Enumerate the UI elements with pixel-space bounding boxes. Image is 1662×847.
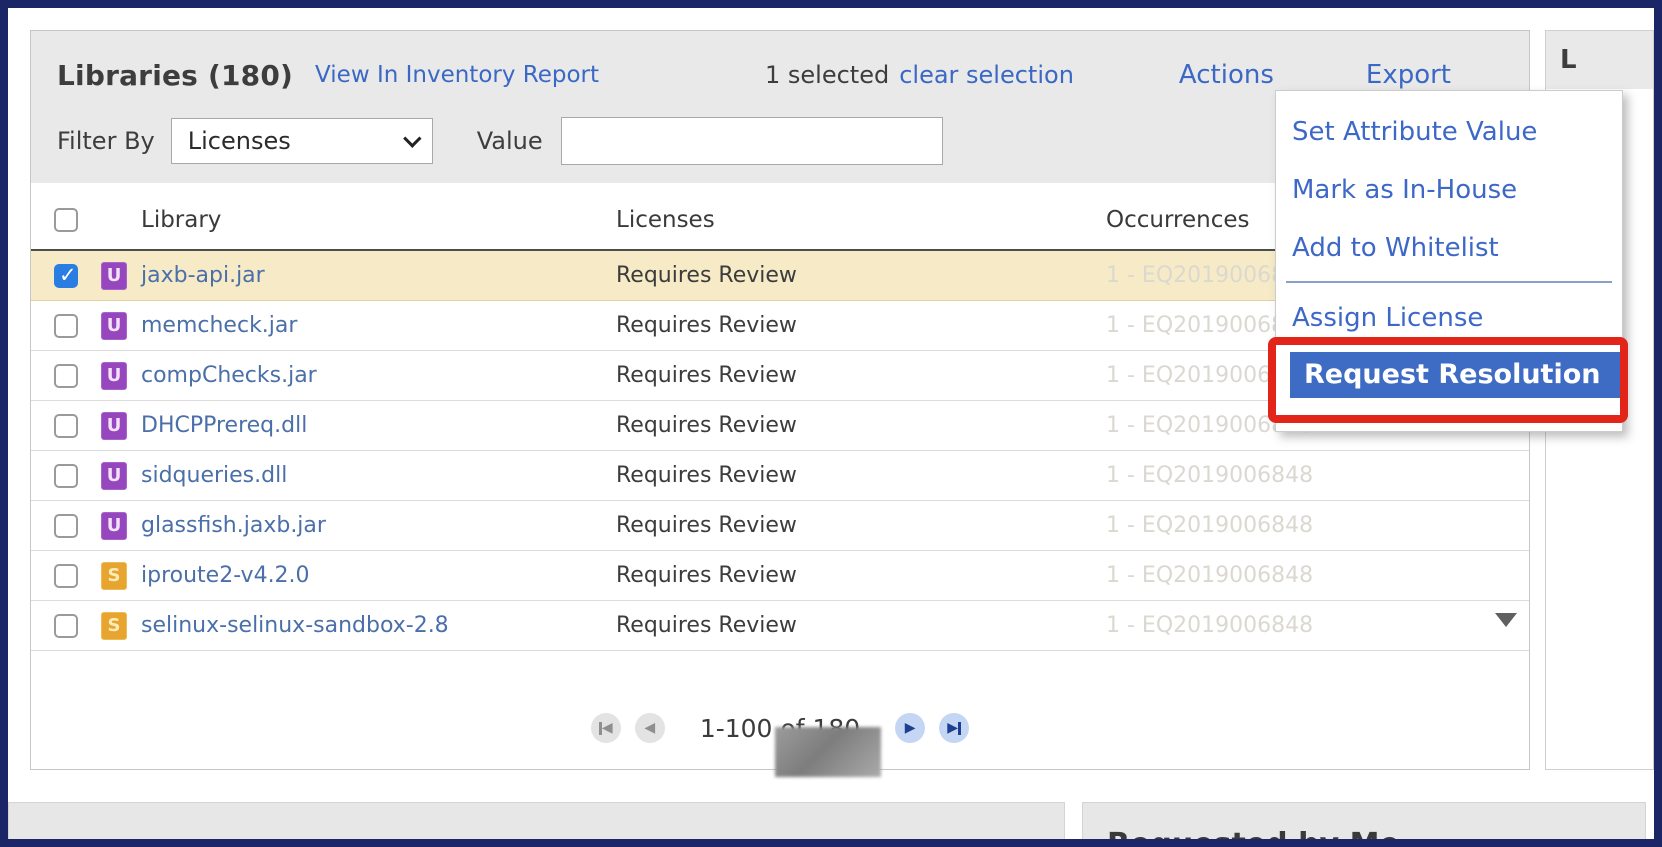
occurrence-value: 1 - EQ2019006848	[1106, 613, 1529, 638]
license-status: Requires Review	[616, 413, 1106, 438]
chevron-down-icon	[403, 129, 421, 147]
page-title: Libraries (180)	[57, 59, 293, 92]
requested-by-me-title: Requested by Me	[1107, 827, 1645, 839]
unknown-origin-badge-icon: U	[101, 462, 127, 490]
row-checkbox[interactable]	[54, 564, 78, 588]
occurrence-value: 1 - EQ2019006848	[1106, 563, 1529, 588]
table-row[interactable]: U sidqueries.dll Requires Review 1 - EQ2…	[31, 451, 1529, 501]
value-label: Value	[477, 127, 543, 155]
source-badge-icon: S	[101, 562, 127, 590]
selected-count: 1 selected	[765, 61, 889, 89]
row-checkbox[interactable]	[54, 414, 78, 438]
unknown-origin-badge-icon: U	[101, 412, 127, 440]
library-link[interactable]: iproute2-v4.2.0	[141, 563, 310, 588]
library-link[interactable]: memcheck.jar	[141, 313, 297, 338]
row-checkbox[interactable]	[54, 364, 78, 388]
occurrence-value: 1 - EQ2019006848	[1106, 463, 1529, 488]
first-page-button[interactable]: ◀	[591, 713, 621, 743]
bottom-left-panel	[8, 802, 1065, 839]
select-all-checkbox[interactable]	[54, 208, 78, 232]
menu-item-add-to-whitelist[interactable]: Add to Whitelist	[1276, 219, 1622, 277]
filter-by-selected-value: Licenses	[188, 127, 291, 155]
menu-divider	[1286, 281, 1612, 283]
menu-item-mark-as-in-house[interactable]: Mark as In-House	[1276, 161, 1622, 219]
license-status: Requires Review	[616, 513, 1106, 538]
column-header-licenses: Licenses	[616, 207, 1106, 233]
library-link[interactable]: DHCPPrereq.dll	[141, 413, 307, 438]
source-badge-icon: S	[101, 612, 127, 640]
license-status: Requires Review	[616, 613, 1106, 638]
actions-dropdown-menu: Set Attribute Value Mark as In-House Add…	[1275, 90, 1623, 432]
actions-menu-button[interactable]: Actions	[1179, 60, 1274, 90]
unknown-origin-badge-icon: U	[101, 362, 127, 390]
unknown-origin-badge-icon: U	[101, 512, 127, 540]
column-header-library: Library	[141, 207, 616, 233]
filter-by-select[interactable]: Licenses	[171, 118, 433, 164]
export-button[interactable]: Export	[1366, 60, 1451, 90]
previous-page-button[interactable]: ◀	[635, 713, 665, 743]
row-checkbox[interactable]	[54, 464, 78, 488]
library-link[interactable]: selinux-selinux-sandbox-2.8	[141, 613, 449, 638]
license-status: Requires Review	[616, 363, 1106, 388]
table-row[interactable]: S iproute2-v4.2.0 Requires Review 1 - EQ…	[31, 551, 1529, 601]
row-checkbox[interactable]	[54, 614, 78, 638]
menu-item-request-resolution[interactable]: Request Resolution	[1290, 352, 1620, 398]
license-status: Requires Review	[616, 563, 1106, 588]
scroll-down-icon[interactable]	[1495, 613, 1517, 627]
menu-item-assign-license[interactable]: Assign License	[1276, 289, 1622, 347]
library-link[interactable]: compChecks.jar	[141, 363, 317, 388]
bottom-right-panel: Requested by Me	[1082, 802, 1646, 839]
unknown-origin-badge-icon: U	[101, 312, 127, 340]
license-status: Requires Review	[616, 263, 1106, 288]
library-link[interactable]: sidqueries.dll	[141, 463, 287, 488]
menu-item-set-attribute-value[interactable]: Set Attribute Value	[1276, 103, 1622, 161]
row-checkbox[interactable]	[54, 514, 78, 538]
table-row[interactable]: S selinux-selinux-sandbox-2.8 Requires R…	[31, 601, 1529, 651]
row-checkbox[interactable]	[54, 264, 78, 288]
table-row[interactable]: U glassfish.jaxb.jar Requires Review 1 -…	[31, 501, 1529, 551]
filter-value-input[interactable]	[561, 117, 943, 165]
unknown-origin-badge-icon: U	[101, 262, 127, 290]
row-checkbox[interactable]	[54, 314, 78, 338]
clear-selection-link[interactable]: clear selection	[899, 61, 1074, 89]
library-link[interactable]: glassfish.jaxb.jar	[141, 513, 326, 538]
license-status: Requires Review	[616, 463, 1106, 488]
filter-by-label: Filter By	[57, 127, 155, 155]
library-link[interactable]: jaxb-api.jar	[141, 263, 265, 288]
right-panel-title: L	[1546, 31, 1653, 89]
occurrence-value: 1 - EQ2019006848	[1106, 513, 1529, 538]
license-status: Requires Review	[616, 313, 1106, 338]
next-page-button[interactable]: ▶	[895, 713, 925, 743]
screenshot-frame: Libraries (180) View In Inventory Report…	[0, 0, 1662, 847]
view-in-inventory-report-link[interactable]: View In Inventory Report	[315, 62, 599, 88]
last-page-button[interactable]: ▶	[939, 713, 969, 743]
redaction-blur-box	[775, 727, 881, 777]
